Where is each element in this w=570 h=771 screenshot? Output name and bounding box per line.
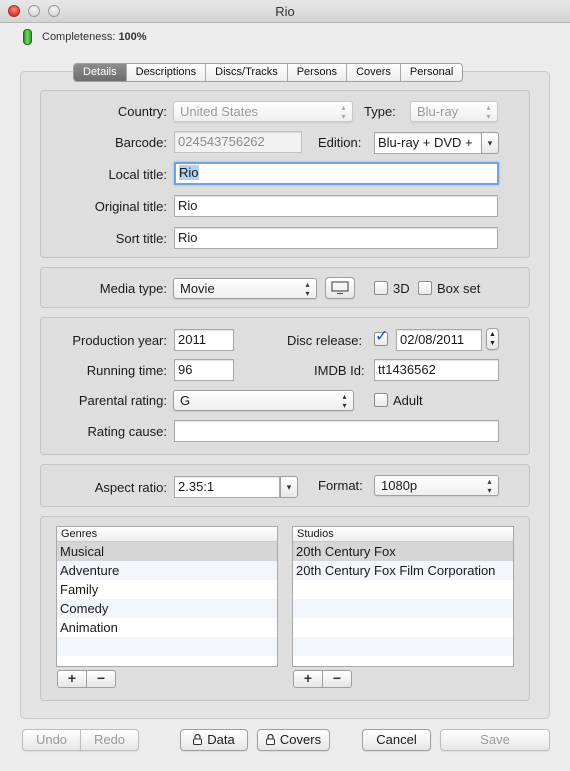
barcode-label: Barcode:	[114, 135, 167, 150]
production-year-input[interactable]: 2011	[174, 329, 234, 351]
completeness-status: Completeness: 100%	[42, 31, 147, 43]
date-stepper[interactable]: ▲ ▼	[486, 328, 499, 350]
imdb-id-input[interactable]: tt1436562	[374, 359, 499, 381]
box-set-checkbox[interactable]	[418, 281, 432, 295]
adult-label: Adult	[393, 393, 423, 408]
popup-arrows-icon: ▴ ▾	[342, 392, 347, 410]
media-type-value: Movie	[180, 281, 215, 296]
empty-list-row	[293, 580, 513, 599]
tab-descriptions[interactable]: Descriptions	[127, 64, 207, 81]
rating-cause-label: Rating cause:	[87, 424, 168, 439]
media-type-label: Media type:	[99, 281, 167, 296]
tab-discs-tracks[interactable]: Discs/Tracks	[206, 64, 288, 81]
studios-list-header[interactable]: Studios	[293, 527, 513, 542]
list-item[interactable]: Comedy	[57, 599, 277, 618]
format-select[interactable]: 1080p ▴ ▾	[374, 475, 499, 496]
type-select[interactable]: Blu-ray ▴ ▾	[410, 101, 498, 122]
tab-persons[interactable]: Persons	[288, 64, 348, 81]
aspect-ratio-combo-arrow-icon[interactable]: ▾	[280, 476, 298, 498]
completeness-value: 100%	[118, 31, 147, 43]
format-value: 1080p	[381, 478, 418, 493]
aspect-ratio-label: Aspect ratio:	[94, 480, 167, 495]
original-title-input[interactable]: Rio	[174, 195, 498, 217]
country-value: United States	[180, 104, 259, 119]
completeness-indicator-icon	[23, 29, 32, 45]
monitor-icon	[331, 281, 349, 295]
original-title-label: Original title:	[94, 199, 167, 214]
3d-label: 3D	[393, 281, 410, 296]
genres-list-header[interactable]: Genres	[57, 527, 277, 542]
covers-button[interactable]: Covers	[257, 729, 330, 751]
type-label: Type:	[364, 104, 396, 119]
imdb-id-label: IMDB Id:	[314, 363, 365, 378]
edition-combo-field[interactable]: Blu-ray + DVD +	[374, 132, 482, 154]
local-title-label: Local title:	[108, 167, 167, 182]
3d-checkbox[interactable]	[374, 281, 388, 295]
cancel-button[interactable]: Cancel	[362, 729, 431, 751]
window-title: Rio	[275, 4, 295, 19]
box-set-label: Box set	[437, 281, 481, 296]
completeness-label: Completeness:	[42, 31, 116, 43]
popup-arrows-icon: ▴ ▾	[487, 477, 492, 495]
empty-list-row	[293, 637, 513, 656]
media-type-select[interactable]: Movie ▴ ▾	[173, 278, 317, 299]
redo-button[interactable]: Redo	[80, 729, 139, 751]
empty-list-row	[57, 637, 277, 656]
aspect-ratio-combo-field[interactable]: 2.35:1	[174, 476, 280, 498]
list-item[interactable]: Adventure	[57, 561, 277, 580]
sort-title-label: Sort title:	[115, 231, 167, 246]
save-button[interactable]: Save	[440, 729, 550, 751]
tab-details[interactable]: Details	[74, 64, 127, 81]
checkmark-icon: ✓	[375, 328, 389, 345]
remove-genre-button[interactable]: −	[86, 670, 116, 688]
disc-release-checkbox[interactable]: ✓	[374, 328, 388, 346]
data-button-label: Data	[207, 732, 235, 747]
format-label: Format:	[318, 478, 363, 493]
parental-rating-select[interactable]: G ▴ ▾	[173, 390, 354, 411]
disc-release-label: Disc release:	[287, 333, 363, 348]
tab-bar: Details Descriptions Discs/Tracks Person…	[73, 63, 464, 82]
list-item[interactable]: 20th Century Fox Film Corporation	[293, 561, 513, 580]
lock-icon	[193, 734, 203, 745]
genres-list[interactable]: Genres Musical Adventure Family Comedy A…	[56, 526, 278, 667]
list-item[interactable]: Family	[57, 580, 277, 599]
type-value: Blu-ray	[417, 104, 459, 119]
add-studio-button[interactable]: +	[293, 670, 323, 688]
running-time-label: Running time:	[86, 363, 167, 378]
tab-covers[interactable]: Covers	[347, 64, 401, 81]
lock-icon	[265, 734, 275, 745]
add-genre-button[interactable]: +	[57, 670, 87, 688]
disc-release-date-input[interactable]: 02/08/2011	[396, 329, 482, 351]
edition-combo-arrow-icon[interactable]: ▾	[481, 132, 499, 154]
tab-personal[interactable]: Personal	[401, 64, 462, 81]
popup-arrows-icon: ▴ ▾	[341, 103, 346, 121]
list-item[interactable]: Musical	[57, 542, 277, 561]
popup-arrows-icon: ▴ ▾	[486, 103, 491, 121]
local-title-input[interactable]: Rio	[174, 162, 499, 185]
adult-checkbox[interactable]	[374, 393, 388, 407]
running-time-input[interactable]: 96	[174, 359, 234, 381]
data-button[interactable]: Data	[180, 729, 248, 751]
country-select[interactable]: United States ▴ ▾	[173, 101, 353, 122]
empty-list-row	[293, 618, 513, 637]
edition-label: Edition:	[318, 135, 362, 150]
empty-list-row	[293, 599, 513, 618]
sort-title-input[interactable]: Rio	[174, 227, 498, 249]
undo-button[interactable]: Undo	[22, 729, 81, 751]
rating-cause-input[interactable]	[174, 420, 499, 442]
production-year-label: Production year:	[72, 333, 167, 348]
remove-studio-button[interactable]: −	[322, 670, 352, 688]
parental-rating-label: Parental rating:	[78, 393, 167, 408]
studios-list[interactable]: Studios 20th Century Fox 20th Century Fo…	[292, 526, 514, 667]
local-title-value: Rio	[179, 165, 199, 180]
popup-arrows-icon: ▴ ▾	[305, 280, 310, 298]
covers-button-label: Covers	[279, 732, 322, 747]
parental-rating-value: G	[180, 393, 191, 408]
screen-button[interactable]	[325, 277, 355, 299]
list-item[interactable]: Animation	[57, 618, 277, 637]
barcode-field[interactable]: 024543756262	[174, 131, 302, 153]
country-label: Country:	[117, 104, 167, 119]
list-item[interactable]: 20th Century Fox	[293, 542, 513, 561]
